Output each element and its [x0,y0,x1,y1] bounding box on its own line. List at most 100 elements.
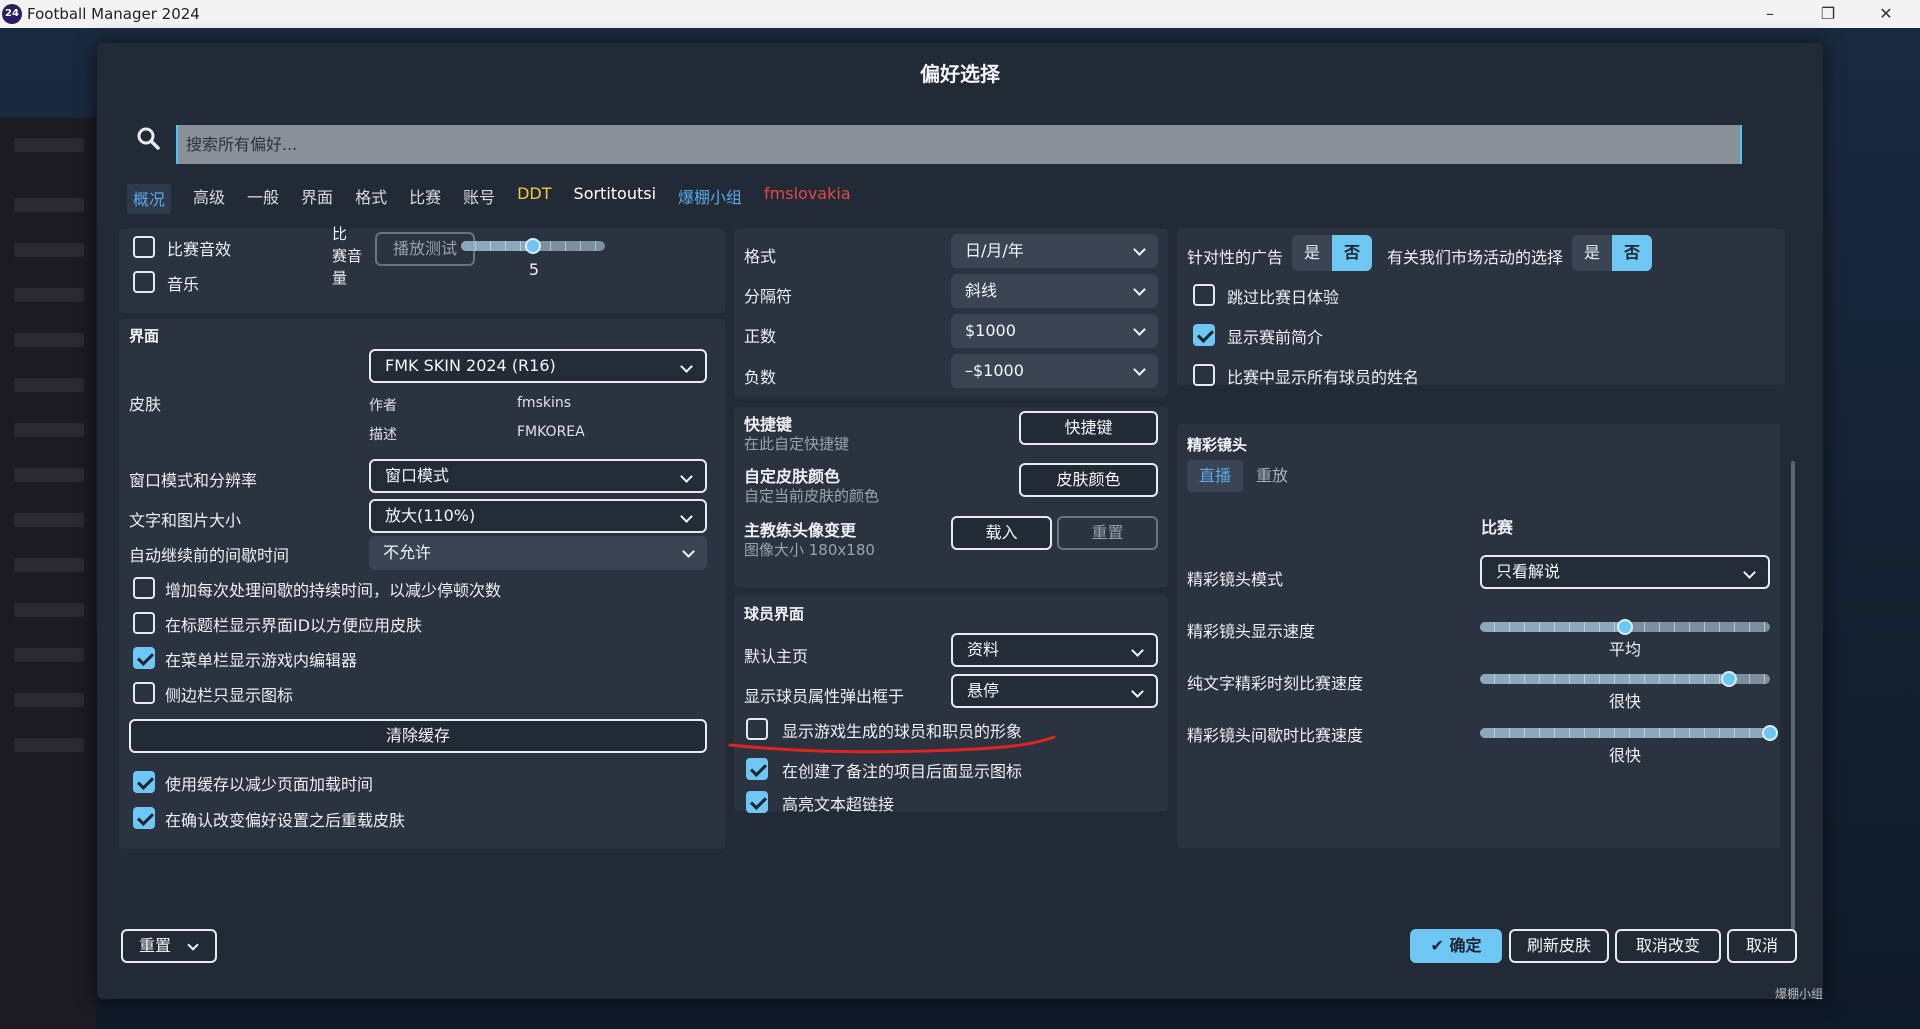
reset-dropdown-button[interactable]: 重置 [121,929,217,963]
notes-icon-label: 在创建了备注的项目后面显示图标 [782,762,1023,781]
cancel-button[interactable]: 取消 [1727,929,1797,963]
volume-slider[interactable] [461,238,605,254]
show-all-names-checkbox[interactable] [1193,364,1215,386]
window-title-bar: 24 Football Manager 2024 – ❐ ✕ [0,0,1920,28]
positive-dropdown[interactable]: $1000 [951,314,1158,348]
skin-color-button[interactable]: 皮肤颜色 [1019,463,1158,497]
search-input[interactable] [176,125,1742,164]
break-speed-knob[interactable] [1762,725,1778,741]
reload-skin-checkbox[interactable] [133,807,155,829]
pause-time-dropdown[interactable]: 不允许 [369,536,707,570]
clear-cache-button[interactable]: 清除缓存 [129,719,707,753]
avatar-title: 主教练头像变更 [744,521,857,540]
volume-slider-knob[interactable] [525,238,541,254]
text-speed-label: 纯文字精彩时刻比赛速度 [1187,674,1364,693]
scrollbar[interactable] [1791,461,1795,961]
tab-general[interactable]: 一般 [247,184,279,214]
sidebar-icons-checkbox[interactable] [133,682,155,704]
text-size-dropdown[interactable]: 放大(110%) [369,499,707,533]
show-all-names-label: 比赛中显示所有球员的姓名 [1227,368,1420,387]
skin-dropdown[interactable]: FMK SKIN 2024 (R16) [369,349,707,383]
highlights-title: 精彩镜头 [1187,436,1248,454]
tab-live[interactable]: 直播 [1187,460,1244,492]
tab-account[interactable]: 账号 [463,184,495,214]
tab-ddt[interactable]: DDT [517,184,551,214]
shortcuts-desc: 在此自定快捷键 [744,435,850,453]
music-checkbox[interactable] [133,271,155,293]
increase-pause-checkbox[interactable] [133,577,155,599]
chevron-down-icon [1131,644,1144,657]
tab-baopeng[interactable]: 爆棚小组 [678,184,742,214]
watermark: 爆棚小组 [1775,987,1824,1001]
search-icon [137,127,160,150]
targeted-ads-no[interactable]: 否 [1332,235,1372,271]
cancel-changes-button[interactable]: 取消改变 [1615,929,1721,963]
chevron-down-icon [680,360,693,373]
interface-panel: 界面 皮肤 FMK SKIN 2024 (R16) 作者 fmskins 描述 … [119,319,725,849]
format-panel: 格式 日/月/年 分隔符 斜线 正数 $1000 负数 –$1000 [734,229,1168,397]
tab-interface[interactable]: 界面 [301,184,333,214]
close-window-button[interactable]: ✕ [1866,2,1906,26]
negative-dropdown[interactable]: –$1000 [951,354,1158,388]
text-speed-slider[interactable] [1480,671,1770,687]
separator-dropdown[interactable]: 斜线 [951,274,1158,308]
text-speed-knob[interactable] [1721,671,1738,687]
preferences-dialog: 偏好选择 概况 高级 一般 界面 格式 比赛 账号 DDT Sortitouts… [97,43,1823,999]
reset-avatar-button[interactable]: 重置 [1057,516,1158,550]
default-home-dropdown[interactable]: 资料 [951,633,1158,667]
targeted-ads-yes[interactable]: 是 [1292,235,1332,271]
music-label: 音乐 [167,275,200,294]
default-home-label: 默认主页 [744,647,809,666]
window-mode-label: 窗口模式和分辨率 [129,471,258,490]
highlight-speed-slider[interactable] [1480,619,1770,635]
tab-replay[interactable]: 重放 [1244,460,1300,492]
highlight-links-label: 高亮文本超链接 [782,795,895,814]
highlight-mode-dropdown[interactable]: 只看解说 [1480,555,1770,589]
tab-overview[interactable]: 概况 [127,184,172,214]
match-sfx-checkbox[interactable] [133,236,155,258]
format-dropdown[interactable]: 日/月/年 [951,234,1158,268]
marketing-toggle[interactable]: 是 否 [1572,235,1652,271]
privacy-panel: 针对性的广告 是 否 有关我们市场活动的选择 是 否 跳过比赛日体验 显示赛前简… [1177,229,1785,387]
show-editor-label: 在菜单栏显示游戏内编辑器 [165,651,358,670]
chevron-down-icon [680,470,693,483]
skip-matchday-checkbox[interactable] [1193,284,1215,306]
tab-match[interactable]: 比赛 [409,184,441,214]
positive-value: $1000 [965,321,1016,340]
load-avatar-button[interactable]: 载入 [951,516,1052,550]
break-speed-slider[interactable] [1480,725,1778,741]
tab-fmslovakia[interactable]: fmslovakia [764,184,851,214]
highlight-links-checkbox[interactable] [746,791,768,813]
sound-panel: 比赛音效 音乐 比 赛音 量 播放测试 5 [119,225,725,313]
highlight-speed-label: 精彩镜头显示速度 [1187,622,1316,641]
skin-color-desc: 自定当前皮肤的颜色 [744,487,880,505]
marketing-yes[interactable]: 是 [1572,235,1612,271]
maximize-button[interactable]: ❐ [1808,2,1848,26]
volume-label-line2: 赛音 [332,247,363,265]
targeted-ads-toggle[interactable]: 是 否 [1292,235,1372,271]
shortcuts-button[interactable]: 快捷键 [1019,411,1158,445]
refresh-skin-button[interactable]: 刷新皮肤 [1509,929,1609,963]
tab-advanced[interactable]: 高级 [193,184,225,214]
match-sfx-label: 比赛音效 [167,240,232,259]
tab-sortitoutsi[interactable]: Sortitoutsi [574,184,657,214]
minimize-button[interactable]: – [1750,2,1790,26]
show-editor-checkbox[interactable] [133,647,155,669]
highlight-speed-knob[interactable] [1617,619,1633,635]
confirm-button[interactable]: ✔ 确定 [1410,929,1502,963]
pause-time-value: 不允许 [383,543,432,562]
popup-value: 悬停 [967,681,1000,700]
marketing-no[interactable]: 否 [1612,235,1652,271]
player-ui-panel: 球员界面 默认主页 资料 显示球员属性弹出框于 悬停 显示游戏生成的球员和职员的… [728,595,1168,814]
dialog-title: 偏好选择 [920,62,1000,86]
show-ui-id-checkbox[interactable] [133,612,155,634]
red-underline-annotation [728,735,1056,754]
notes-icon-checkbox[interactable] [746,758,768,780]
pause-time-label: 自动继续前的间歇时间 [129,546,290,565]
use-cache-checkbox[interactable] [133,771,155,793]
window-mode-dropdown[interactable]: 窗口模式 [369,459,707,493]
tab-format[interactable]: 格式 [355,184,387,214]
popup-dropdown[interactable]: 悬停 [951,674,1158,708]
play-test-button[interactable]: 播放测试 [375,232,475,266]
pre-match-briefing-checkbox[interactable] [1193,324,1215,346]
